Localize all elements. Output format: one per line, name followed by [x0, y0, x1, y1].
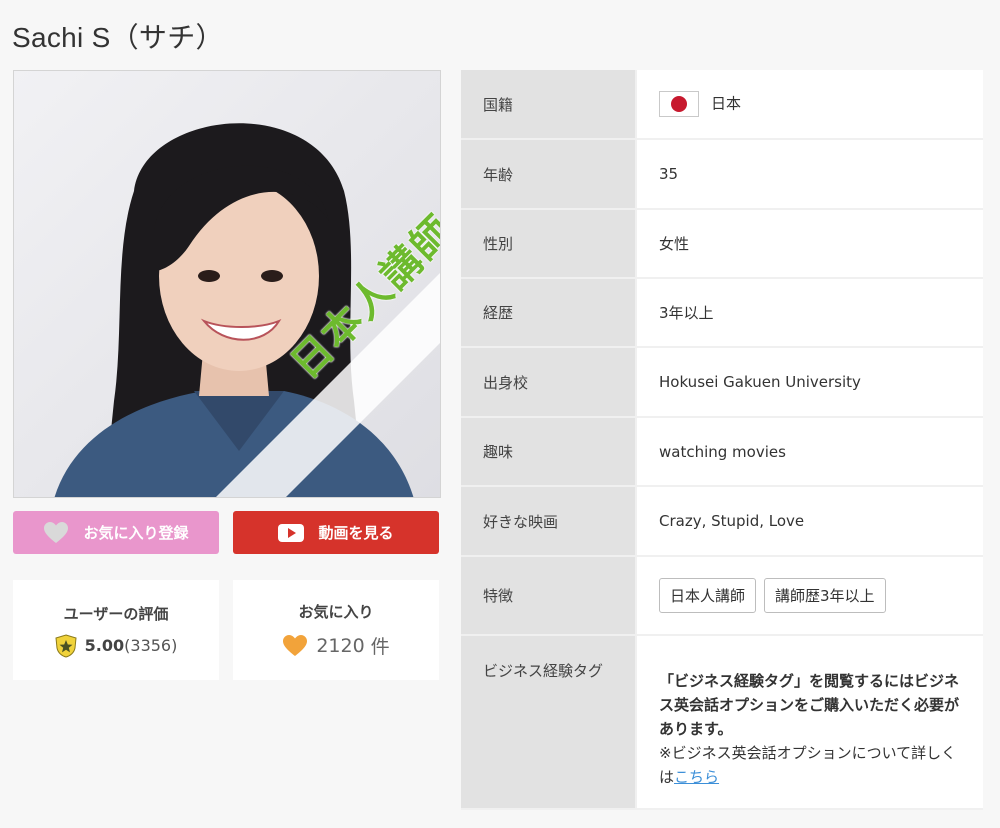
- teacher-portrait-illustration: [14, 71, 440, 497]
- profile-value: 35: [637, 140, 983, 210]
- feature-tag: 日本人講師: [659, 578, 757, 613]
- profile-label: ビジネス経験タグ: [461, 636, 637, 810]
- profile-row-features: 特徴 日本人講師 講師歴3年以上: [461, 557, 983, 636]
- profile-row-business: ビジネス経験タグ 「ビジネス経験タグ」を閲覧するにはビジネス英会話オプションをご…: [461, 636, 983, 810]
- profile-label: 年齢: [461, 140, 637, 210]
- profile-label: 好きな映画: [461, 487, 637, 557]
- profile-label: 経歴: [461, 279, 637, 348]
- rating-count: (3356): [124, 636, 178, 655]
- user-rating-label: ユーザーの評価: [63, 604, 169, 623]
- business-tag-note: 「ビジネス経験タグ」を閲覧するにはビジネス英会話オプションをご購入いただく必要が…: [659, 637, 983, 807]
- profile-value: 日本: [637, 70, 983, 140]
- profile-value: Crazy, Stupid, Love: [637, 487, 983, 557]
- teacher-photo: 日本人講師: [13, 70, 441, 498]
- profile-row-school: 出身校 Hokusei Gakuen University: [461, 348, 983, 418]
- profile-row-career: 経歴 3年以上: [461, 279, 983, 348]
- favorites-value: 2120 件: [282, 632, 390, 659]
- play-icon: [278, 523, 305, 542]
- profile-row-nationality: 国籍 日本: [461, 70, 983, 140]
- business-note-main: 「ビジネス経験タグ」を閲覧するにはビジネス英会話オプションをご購入いただく必要が…: [659, 672, 960, 738]
- profile-row-gender: 性別 女性: [461, 210, 983, 279]
- profile-label: 性別: [461, 210, 637, 279]
- japan-flag-icon: [659, 91, 699, 117]
- profile-value: 日本人講師 講師歴3年以上: [637, 557, 983, 636]
- profile-row-hobby: 趣味 watching movies: [461, 418, 983, 487]
- favorites-label: お気に入り: [298, 603, 374, 621]
- heart-icon: [43, 521, 69, 545]
- watch-video-label: 動画を見る: [318, 524, 394, 542]
- favorites-unit: 件: [370, 636, 390, 658]
- star-shield-icon: [55, 633, 77, 658]
- profile-value: 「ビジネス経験タグ」を閲覧するにはビジネス英会話オプションをご購入いただく必要が…: [637, 636, 983, 810]
- user-rating-box: ユーザーの評価 5.00 (3356): [13, 580, 219, 680]
- profile-label: 特徴: [461, 557, 637, 636]
- business-option-link[interactable]: こちら: [674, 768, 719, 786]
- nationality-value: 日本: [711, 94, 742, 113]
- rating-score: 5.00: [84, 636, 125, 655]
- profile-value: 女性: [637, 210, 983, 279]
- profile-label: 国籍: [461, 70, 637, 140]
- profile-value: Hokusei Gakuen University: [637, 348, 983, 418]
- profile-table: 国籍 日本 年齢 35 性別 女性 経歴 3年以上 出身校 Hokusei Ga…: [461, 70, 983, 810]
- add-favorite-button[interactable]: お気に入り登録: [13, 511, 219, 554]
- page-title: Sachi S（サチ）: [12, 22, 224, 53]
- profile-value: watching movies: [637, 418, 983, 487]
- user-rating-value: 5.00 (3356): [55, 633, 178, 658]
- add-favorite-label: お気に入り登録: [83, 524, 189, 542]
- profile-value: 3年以上: [637, 279, 983, 348]
- profile-label: 出身校: [461, 348, 637, 418]
- profile-label: 趣味: [461, 418, 637, 487]
- heart-icon: [282, 634, 308, 658]
- watch-video-button[interactable]: 動画を見る: [233, 511, 439, 554]
- profile-row-age: 年齢 35: [461, 140, 983, 210]
- profile-row-movie: 好きな映画 Crazy, Stupid, Love: [461, 487, 983, 557]
- feature-tag: 講師歴3年以上: [764, 578, 886, 613]
- favorites-count: 2120: [316, 634, 365, 657]
- favorites-box: お気に入り 2120 件: [233, 580, 439, 680]
